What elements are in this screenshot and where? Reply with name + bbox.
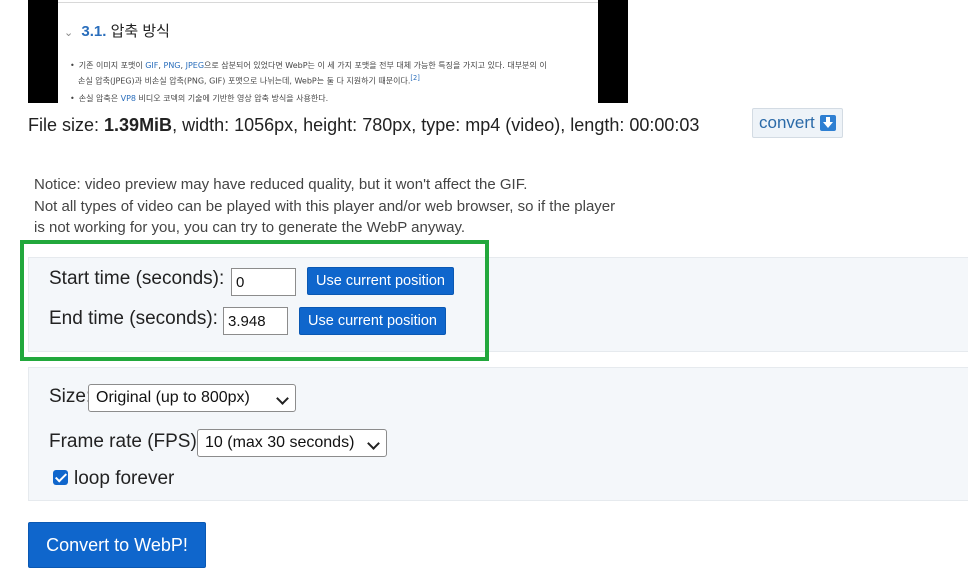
size-select[interactable]: Original (up to 800px) — [88, 384, 296, 412]
use-current-position-start-button[interactable]: Use current position — [307, 267, 454, 295]
file-size-value: 1.39MiB — [104, 115, 173, 135]
notice-line: Notice: video preview may have reduced q… — [34, 176, 528, 193]
doc-link-vp8: VP8 — [120, 94, 136, 103]
chevron-down-icon — [276, 392, 289, 405]
download-icon — [819, 115, 836, 131]
convert-to-webp-button[interactable]: Convert to WebP! — [28, 522, 206, 568]
chevron-down-icon: ⌄ — [64, 27, 74, 39]
doc-text: 으로 삼분되어 있었다면 WebP는 이 세 가지 포맷을 전부 대체 가능한 … — [204, 61, 547, 70]
bullet-icon: • — [70, 94, 75, 103]
doc-link-gif: GIF — [145, 61, 159, 70]
doc-line-3: • 손실 압축은 VP8 비디오 코덱의 기술에 기반한 영상 압축 방식을 사용… — [70, 93, 328, 103]
doc-heading-text: 압축 방식 — [110, 23, 170, 40]
doc-text: 비디오 코덱의 기술에 기반한 영상 압축 방식을 사용한다. — [136, 94, 329, 103]
end-time-label: End time (seconds): — [49, 308, 218, 329]
doc-text: 기존 이미지 포맷이 — [78, 61, 146, 70]
frame-rate-selected-value: 10 (max 30 seconds) — [205, 434, 355, 451]
end-time-input[interactable] — [223, 307, 288, 335]
loop-forever-checkbox[interactable] — [53, 470, 68, 485]
size-label: Size: — [49, 386, 92, 407]
doc-text: 손실 압축은 — [78, 94, 121, 103]
notice-line: is not working for you, you can try to g… — [34, 219, 466, 236]
start-time-input[interactable] — [231, 268, 296, 296]
chevron-down-icon — [367, 437, 380, 450]
convert-label: convert — [759, 113, 815, 132]
doc-line-1: • 기존 이미지 포맷이 GIF, PNG, JPEG으로 삼분되어 있었다면 W… — [70, 61, 547, 70]
file-info-details: , width: 1056px, height: 780px, type: mp… — [172, 115, 700, 135]
doc-divider — [58, 2, 598, 3]
doc-link-png: PNG — [163, 61, 181, 70]
doc-heading-number: 3.1. — [81, 23, 107, 40]
doc-link-jpeg: JPEG — [185, 61, 205, 70]
size-selected-value: Original (up to 800px) — [96, 389, 250, 406]
bullet-icon: • — [70, 61, 75, 70]
video-preview[interactable]: ⌄ 3.1. 압축 방식 • 기존 이미지 포맷이 GIF, PNG, JPEG으… — [28, 0, 628, 103]
doc-ref: [2] — [410, 74, 420, 82]
convert-button[interactable]: convert — [752, 108, 843, 138]
doc-heading: ⌄ 3.1. 압축 방식 — [64, 20, 170, 41]
start-time-label: Start time (seconds): — [49, 268, 225, 289]
doc-text: 손실 압축(JPEG)과 비손실 압축(PNG, GIF) 포맷으로 나뉘는데,… — [78, 76, 411, 86]
notice-line: Not all types of video can be played wit… — [34, 197, 616, 215]
file-info: File size: 1.39MiB, width: 1056px, heigh… — [28, 113, 699, 137]
notice: Notice: video preview may have reduced q… — [34, 174, 615, 239]
use-current-position-end-button[interactable]: Use current position — [299, 307, 446, 335]
frame-rate-label: Frame rate (FPS): — [49, 431, 203, 452]
video-frame: ⌄ 3.1. 압축 방식 • 기존 이미지 포맷이 GIF, PNG, JPEG으… — [58, 0, 598, 103]
loop-forever-label[interactable]: loop forever — [74, 468, 174, 490]
frame-rate-select[interactable]: 10 (max 30 seconds) — [197, 429, 387, 457]
file-info-label: File size: — [28, 115, 105, 135]
doc-line-2: 손실 압축(JPEG)과 비손실 압축(PNG, GIF) 포맷으로 나뉘는데,… — [78, 74, 420, 87]
